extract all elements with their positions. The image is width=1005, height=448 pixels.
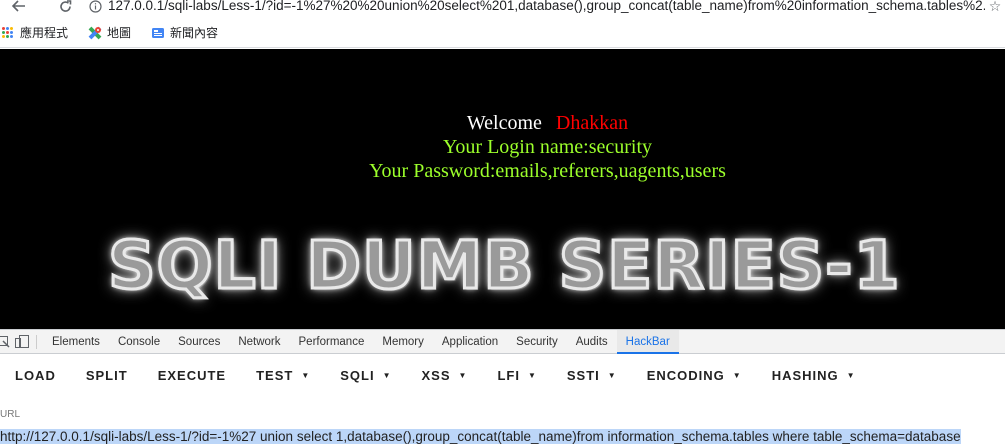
maps-icon — [88, 26, 102, 40]
caret-down-icon: ▼ — [607, 370, 617, 380]
load-button[interactable]: LOAD — [7, 368, 64, 383]
address-bar: 127.0.0.1/sqli-labs/Less-1/?id=-1%27%20%… — [0, 0, 1005, 18]
hashing-menu-button[interactable]: HASHING ▼ — [764, 368, 864, 383]
bookmark-maps[interactable]: 地圖 — [88, 24, 131, 41]
tab-hackbar[interactable]: HackBar — [616, 329, 679, 354]
xss-menu-button[interactable]: XSS ▼ — [414, 368, 476, 383]
page-content: Welcome Dhakkan Your Login name:security … — [0, 49, 1005, 329]
tab-application[interactable]: Application — [433, 330, 507, 354]
bookmark-star-icon[interactable]: ☆ — [985, 0, 1005, 15]
tab-elements[interactable]: Elements — [43, 330, 109, 354]
inspect-element-icon[interactable] — [0, 334, 12, 350]
divider — [36, 334, 37, 349]
reload-icon[interactable] — [56, 0, 74, 15]
ssti-menu-button[interactable]: SSTI ▼ — [559, 368, 625, 383]
device-toolbar-icon[interactable] — [14, 334, 30, 350]
hackbar-url-input[interactable]: http://127.0.0.1/sqli-labs/Less-1/?id=-1… — [0, 426, 1005, 448]
test-menu-button[interactable]: TEST ▼ — [248, 368, 318, 383]
hackbar-toolbar: LOAD SPLIT EXECUTE TEST ▼ SQLI ▼ XSS ▼ LFI ▼… — [0, 354, 1005, 396]
sqli-menu-button[interactable]: SQLI ▼ — [332, 368, 399, 383]
bookmark-news[interactable]: 新聞內容 — [151, 24, 218, 41]
login-name-line: Your Login name:security — [442, 136, 653, 158]
execute-button[interactable]: EXECUTE — [150, 368, 234, 383]
button-label: SPLIT — [85, 367, 128, 383]
lfi-menu-button[interactable]: LFI ▼ — [489, 368, 544, 383]
caret-down-icon: ▼ — [527, 370, 537, 380]
devtools-panel: Elements Console Sources Network Perform… — [0, 329, 1005, 447]
tab-security[interactable]: Security — [507, 330, 567, 354]
button-label: HASHING — [771, 367, 839, 383]
welcome-label: Welcome — [466, 112, 542, 134]
button-label: EXECUTE — [157, 367, 227, 383]
bookmark-apps[interactable]: 應用程式 — [2, 24, 68, 41]
devtools-tab-bar: Elements Console Sources Network Perform… — [0, 329, 1005, 354]
news-icon — [151, 26, 165, 40]
button-label: LOAD — [15, 367, 56, 383]
bookmark-label: 地圖 — [107, 26, 132, 40]
button-label: SSTI — [566, 367, 600, 383]
tab-memory[interactable]: Memory — [373, 330, 433, 354]
caret-down-icon: ▼ — [732, 370, 742, 380]
caret-down-icon: ▼ — [846, 370, 856, 380]
tab-sources[interactable]: Sources — [169, 330, 229, 354]
url-value: http://127.0.0.1/sqli-labs/Less-1/?id=-1… — [0, 429, 961, 444]
tab-network[interactable]: Network — [229, 330, 289, 354]
back-arrow-icon[interactable] — [10, 0, 28, 15]
bookmark-label: 新聞內容 — [170, 26, 219, 40]
button-label: TEST — [256, 367, 294, 383]
caret-down-icon: ▼ — [382, 370, 392, 380]
encoding-menu-button[interactable]: ENCODING ▼ — [639, 368, 750, 383]
bookmark-label: 應用程式 — [20, 26, 69, 40]
button-label: SQLI — [340, 367, 375, 383]
apps-icon — [2, 26, 14, 39]
url-label: URL — [0, 409, 21, 420]
button-label: LFI — [497, 367, 520, 383]
caret-down-icon: ▼ — [458, 370, 468, 380]
bookmarks-bar: 應用程式 地圖 新聞內容 — [0, 18, 1005, 48]
split-button[interactable]: SPLIT — [78, 368, 136, 383]
button-label: XSS — [421, 367, 451, 383]
tab-audits[interactable]: Audits — [567, 330, 617, 354]
button-label: ENCODING — [646, 367, 725, 383]
password-line: Your Password:emails,referers,uagents,us… — [369, 160, 726, 182]
welcome-name: Dhakkan — [555, 112, 629, 134]
url-input[interactable]: 127.0.0.1/sqli-labs/Less-1/?id=-1%27%20%… — [108, 0, 985, 15]
series-banner: SQLI DUMB SERIES-1 — [107, 226, 902, 306]
welcome-line: Welcome Dhakkan — [45, 111, 1005, 135]
tab-performance[interactable]: Performance — [290, 330, 374, 354]
tab-console[interactable]: Console — [109, 330, 169, 354]
caret-down-icon: ▼ — [301, 370, 311, 380]
info-icon[interactable] — [86, 0, 104, 15]
